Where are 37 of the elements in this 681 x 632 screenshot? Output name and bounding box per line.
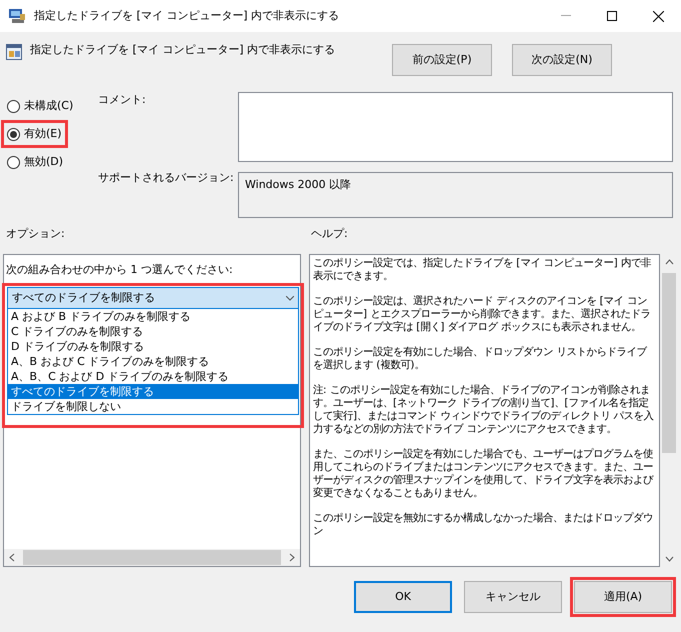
policy-title: 指定したドライブを [マイ コンピューター] 内で非表示にする bbox=[30, 42, 336, 58]
radio-option[interactable]: 無効(D) bbox=[4, 151, 66, 173]
dialog-button[interactable]: キャンセル bbox=[464, 581, 562, 613]
close-icon bbox=[652, 10, 664, 22]
policy-icon bbox=[6, 44, 22, 60]
radio-option[interactable]: 有効(E) bbox=[4, 123, 65, 145]
chevron-down-icon bbox=[286, 296, 294, 300]
supported-version-field: Windows 2000 以降 bbox=[238, 172, 673, 218]
minimize-icon bbox=[561, 15, 571, 17]
help-label: ヘルプ: bbox=[311, 226, 348, 242]
options-label: オプション: bbox=[6, 226, 66, 242]
supported-label: サポートされるバージョン: bbox=[98, 170, 235, 186]
help-paragraph: 注: このポリシー設定を有効にした場合、ドライブのアイコンが削除されます。ユーザーは、[ネットワーク ドライブの割り当て]、[ファイル名を指定して実行]、またはコマンド ウィンドウでドライブのディレクトリ パスを入力するなどの別の方法でドライブ コンテンツにアクセスできます。 bbox=[313, 384, 655, 436]
dialog-button[interactable]: 適用(A) bbox=[574, 581, 672, 613]
dropdown-option[interactable]: すべてのドライブを制限する bbox=[8, 384, 298, 399]
scroll-thumb[interactable] bbox=[662, 273, 676, 453]
help-paragraph: このポリシー設定では、指定したドライブを [マイ コンピューター] 内で非表示にできます。 bbox=[313, 257, 652, 283]
help-paragraph: また、このポリシー設定を有効にした場合でも、ユーザーはプログラムを使用してこれらのドライブまたはコンテンツにアクセスできます。また、ユーザーがディスクの管理スナップインを使用して、ドライブ文字を表示および変更できなくなることもありません。 bbox=[313, 448, 654, 500]
prompt-text: 次の組み合わせの中から 1 つ選んでください: bbox=[6, 262, 233, 278]
maximize-icon bbox=[607, 11, 617, 21]
comment-field[interactable] bbox=[238, 92, 673, 162]
help-paragraph: このポリシー設定は、選択されたハード ディスクのアイコンを [マイ コンピューター] とエクスプローラーから削除できます。また、選択されたドライブのドライブ文字は [開く] ダイアログ ボックスにも表示されません。 bbox=[313, 295, 652, 334]
radio-button[interactable] bbox=[7, 128, 20, 140]
radio-button[interactable] bbox=[7, 100, 20, 112]
help-paragraph: このポリシー設定を無効にするか構成しなかった場合、またはドロップダウン bbox=[313, 512, 654, 538]
comment-label: コメント: bbox=[98, 92, 147, 108]
scroll-thumb[interactable] bbox=[23, 550, 281, 565]
help-paragraph: このポリシー設定を有効にした場合、ドロップダウン リストからドライブを選択します (複数可)。 bbox=[313, 346, 648, 372]
radio-option[interactable]: 未構成(C) bbox=[4, 95, 76, 117]
computer-icon bbox=[8, 8, 26, 24]
setting-button[interactable]: 次の設定(N) bbox=[512, 44, 612, 76]
horizontal-scrollbar[interactable] bbox=[4, 549, 300, 566]
setting-button[interactable]: 前の設定(P) bbox=[392, 44, 492, 76]
radio-button[interactable] bbox=[7, 156, 20, 168]
drive-dropdown[interactable]: すべてのドライブを制限する bbox=[7, 287, 299, 309]
dialog-button[interactable]: OK bbox=[354, 581, 452, 613]
window-title: 指定したドライブを [マイ コンピューター] 内で非表示にする bbox=[34, 8, 340, 24]
